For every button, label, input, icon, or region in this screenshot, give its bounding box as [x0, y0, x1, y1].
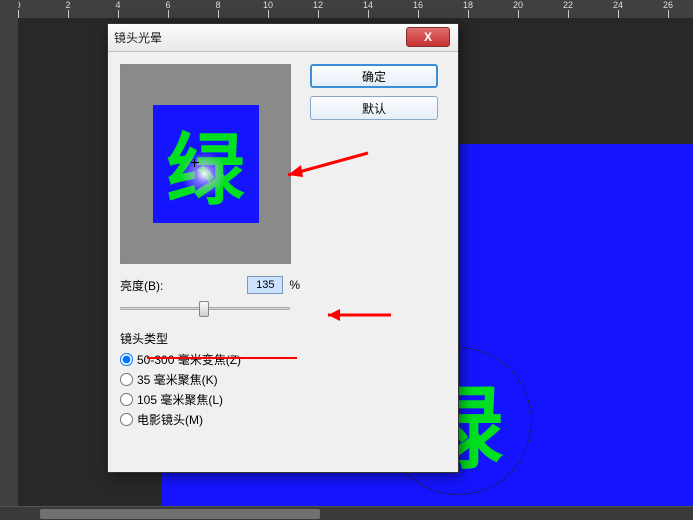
lens-radio-0[interactable]	[120, 353, 133, 366]
flare-center-crosshair[interactable]	[191, 159, 199, 167]
ruler-tick	[418, 10, 419, 18]
lens-type-label: 镜头类型	[120, 330, 300, 347]
ruler-label: 16	[413, 0, 423, 10]
annotation-underline	[147, 357, 297, 359]
lens-flare-dialog: 镜头光晕 X 绿 亮度(B): %	[107, 23, 459, 473]
lens-radio-2[interactable]	[120, 393, 133, 406]
defaults-button[interactable]: 默认	[310, 96, 438, 120]
ruler-tick	[318, 10, 319, 18]
ruler-label: 2	[65, 0, 70, 10]
ruler-label: 6	[165, 0, 170, 10]
close-icon: X	[424, 30, 432, 44]
lens-option-0[interactable]: 50-300 毫米变焦(Z)	[120, 351, 300, 368]
scrollbar-thumb[interactable]	[40, 509, 320, 519]
close-button[interactable]: X	[406, 27, 450, 47]
ruler-label: 8	[215, 0, 220, 10]
ruler-tick	[518, 10, 519, 18]
lens-radio-3[interactable]	[120, 413, 133, 426]
titlebar[interactable]: 镜头光晕 X	[108, 24, 458, 52]
ruler-tick	[618, 10, 619, 18]
brightness-input[interactable]	[247, 276, 283, 294]
preview-panel[interactable]: 绿	[120, 64, 291, 264]
ruler-tick	[368, 10, 369, 18]
ruler-label: 14	[363, 0, 373, 10]
horizontal-scrollbar[interactable]	[0, 506, 693, 520]
lens-option-label: 电影镜头(M)	[137, 411, 203, 428]
slider-thumb[interactable]	[199, 301, 209, 317]
ruler-horizontal: 02468101214161820222426	[0, 0, 693, 18]
lens-option-label: 35 毫米聚焦(K)	[137, 371, 218, 388]
lens-radio-1[interactable]	[120, 373, 133, 386]
ruler-label: 20	[513, 0, 523, 10]
lens-option-label: 50-300 毫米变焦(Z)	[137, 351, 241, 368]
ruler-tick	[218, 10, 219, 18]
ruler-tick	[668, 10, 669, 18]
ok-button[interactable]: 确定	[310, 64, 438, 88]
ruler-label: 10	[263, 0, 273, 10]
lens-option-3[interactable]: 电影镜头(M)	[120, 411, 300, 428]
preview-glyph: 绿	[166, 108, 244, 220]
preview-image: 绿	[153, 105, 259, 223]
lens-option-2[interactable]: 105 毫米聚焦(L)	[120, 391, 300, 408]
ruler-label: 26	[663, 0, 673, 10]
ruler-label: 12	[313, 0, 323, 10]
ruler-label: 24	[613, 0, 623, 10]
ruler-tick	[268, 10, 269, 18]
ruler-tick	[18, 10, 19, 18]
ruler-label: 4	[115, 0, 120, 10]
percent-label: %	[289, 278, 300, 292]
ruler-tick	[568, 10, 569, 18]
ruler-tick	[468, 10, 469, 18]
ruler-tick	[168, 10, 169, 18]
dialog-title: 镜头光晕	[114, 29, 162, 46]
ruler-label: 18	[463, 0, 473, 10]
ruler-tick	[68, 10, 69, 18]
ruler-vertical	[0, 0, 18, 520]
ruler-tick	[118, 10, 119, 18]
lens-option-1[interactable]: 35 毫米聚焦(K)	[120, 371, 300, 388]
brightness-label: 亮度(B):	[120, 277, 163, 294]
brightness-slider[interactable]	[120, 298, 290, 318]
ruler-label: 22	[563, 0, 573, 10]
lens-option-label: 105 毫米聚焦(L)	[137, 391, 223, 408]
